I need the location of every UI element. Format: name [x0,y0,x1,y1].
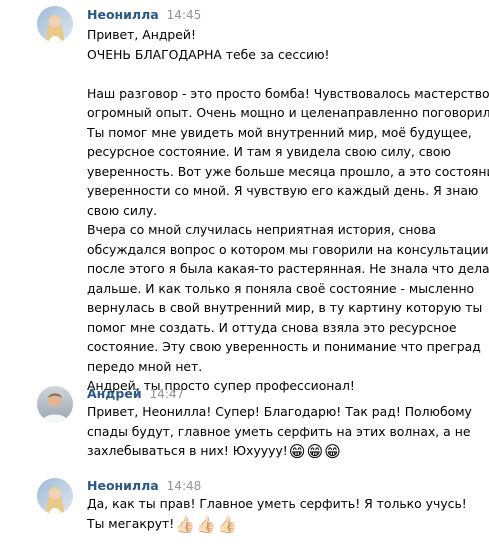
message-time[interactable]: 14:47 [150,387,185,401]
message-line: Привет, Андрей! [87,27,196,42]
message-line: ОЧЕНЬ БЛАГОДАРНА тебе за сессию! [87,46,330,62]
message-line: после этого я была какая-то растерянная.… [87,261,489,276]
neonilla-avatar[interactable] [37,478,73,514]
message-line: Наш разговор - это просто бомба! Чувство… [87,85,489,101]
neonilla-avatar[interactable] [37,6,73,42]
message-line: спады будут, главное уметь серфить на эт… [87,423,471,439]
author-name[interactable]: Андрей [87,386,142,401]
message-line: состояние. Эту свою уверенность и понима… [87,339,481,354]
grin-emoji-icon: 😁 [324,442,341,461]
message-time[interactable]: 14:45 [167,8,202,22]
message-line: вернулась в свой внутренний мир, в ту ка… [87,300,483,315]
message-text: Да, как ты прав! Главное уметь серфить! … [87,494,482,533]
message-text: Привет, Неонилла! Супер! Благодарю! Так … [87,402,482,461]
message-line: передо мной нет. [87,358,203,374]
message-line-text: захлебываться в них! Юхуууу! [87,443,288,458]
message-line: Привет, Неонилла! Супер! Благодарю! Так … [87,404,472,419]
message-line: свою силу. [87,202,158,218]
message-line: ресурсное состояние. И там я увидела сво… [87,144,451,159]
message-line: уверенность. Вот уже больше месяца прошл… [87,163,489,179]
grin-emoji-icon: 😁 [288,442,306,461]
author-name[interactable]: Неонилла [87,7,159,22]
thumbs-up-icon: 👍🏻 [196,514,217,534]
message-line: помог мне создать. И оттуда снова взяла … [87,319,457,335]
grin-emoji-icon: 😁 [306,442,324,461]
message-line: уверенности со мной. Я чувствую его кажд… [87,183,479,198]
message-line: Вчера со мной случилась неприятная истор… [87,222,437,237]
message-line: Ты помог мне увидеть мой внутренний мир,… [87,124,472,140]
message-line: Да, как ты прав! Главное уметь серфить! … [87,496,467,511]
andrey-avatar[interactable] [37,386,73,422]
message-line: дальше. И как только я поняла своё состо… [87,280,475,296]
message-line-text: Ты мегакрут! [87,515,175,531]
message-time[interactable]: 14:48 [167,479,202,493]
message-line: огромный опыт. Очень мощно и целенаправл… [87,105,489,120]
thumbs-up-icon: 👍🏻 [175,514,196,534]
message-line: обсуждался вопрос о котором мы говорили … [87,241,489,257]
message-text: Привет, Андрей! ОЧЕНЬ БЛАГОДАРНА тебе за… [87,25,489,396]
message-line: Ты мегакрут!👍🏻👍🏻👍🏻 [87,514,482,534]
thumbs-up-icon: 👍🏻 [217,514,237,534]
message-line [87,64,482,84]
message-line: захлебываться в них! Юхуууу!😁😁😁 [87,441,482,461]
author-name[interactable]: Неонилла [87,478,159,493]
